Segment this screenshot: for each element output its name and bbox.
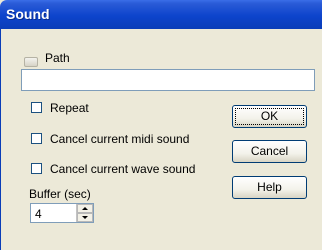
sound-dialog: Sound Path Repeat Cancel current midi so… [0,0,322,250]
cancel-button[interactable]: Cancel [232,140,307,163]
spinner-down-button[interactable] [77,213,93,222]
repeat-label: Repeat [50,101,89,115]
cancel-wave-label: Cancel current wave sound [50,162,196,176]
path-input[interactable] [21,69,315,91]
path-label: Path [45,51,70,65]
cancel-wave-checkbox[interactable] [31,163,42,174]
spinner-up-button[interactable] [77,204,93,213]
ok-button[interactable]: OK [232,105,307,128]
dialog-content: Path Repeat Cancel current midi sound Ca… [0,29,322,250]
title-bar[interactable]: Sound [0,0,322,29]
cancel-midi-checkbox[interactable] [31,133,42,144]
path-toggle-button[interactable] [24,57,38,67]
arrow-down-icon [82,216,88,219]
buffer-spinner[interactable]: 4 [30,203,94,223]
help-button[interactable]: Help [232,176,307,199]
spinner-arrows [76,204,93,222]
arrow-up-icon [82,207,88,210]
window-title: Sound [6,6,50,22]
buffer-value[interactable]: 4 [35,207,42,221]
repeat-checkbox[interactable] [31,102,42,113]
cancel-midi-label: Cancel current midi sound [50,132,190,146]
buffer-label: Buffer (sec) [29,187,91,201]
